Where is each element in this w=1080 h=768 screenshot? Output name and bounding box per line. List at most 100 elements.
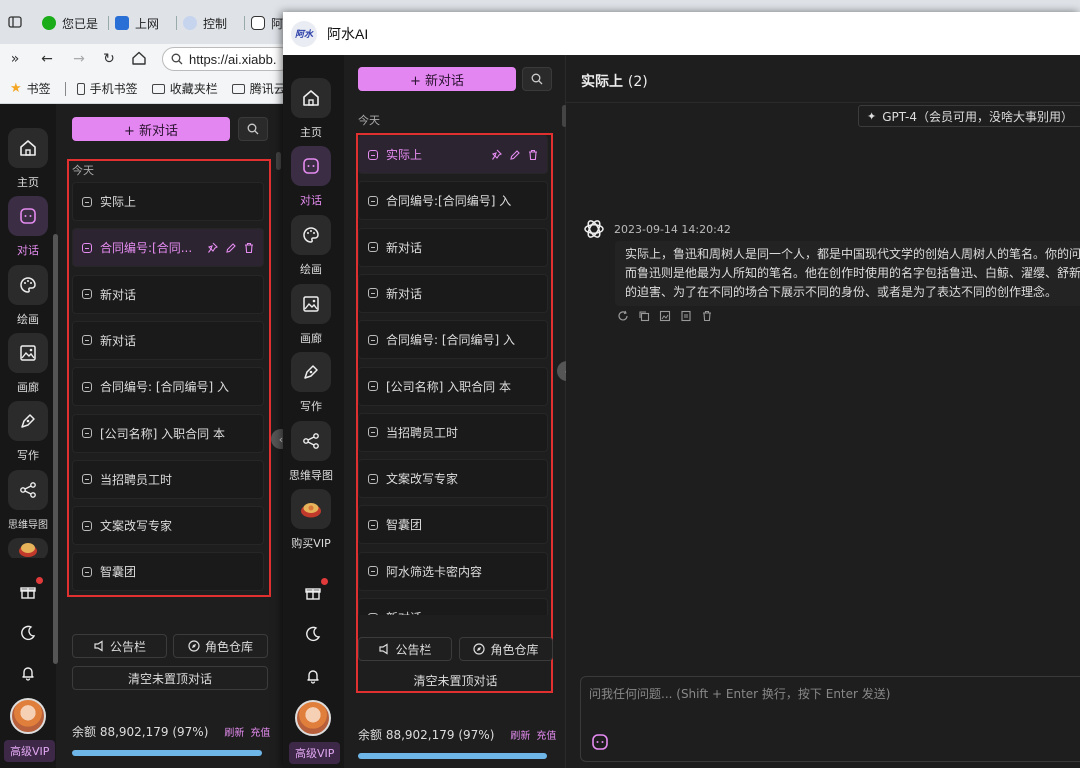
bg-nav-gallery[interactable]: 画廊 — [0, 333, 56, 395]
mindmap-icon — [8, 470, 48, 510]
role-library-button[interactable]: 角色仓库 — [173, 634, 268, 658]
send-icon[interactable] — [591, 733, 609, 751]
window-title: 阿水AI — [327, 25, 369, 42]
message-timestamp: 2023-09-14 14:20:42 — [614, 222, 731, 236]
balance-progress-bar — [358, 753, 548, 759]
search-button[interactable] — [522, 67, 552, 91]
balance-progress-bar — [72, 750, 263, 756]
address-bar[interactable]: https://ai.xiabb. — [162, 47, 292, 71]
chat-list-panel: + 新对话 今天 实际上 合同编号:[合同编号] 入新对话 新对话 合同编号: [合同… — [344, 55, 567, 768]
new-chat-button[interactable]: + 新对话 — [358, 67, 516, 91]
bell-icon[interactable] — [16, 661, 40, 685]
bookmark-0[interactable]: ★ 书签 — [10, 80, 51, 97]
star-icon: ★ — [10, 81, 22, 96]
pen-icon — [8, 401, 48, 441]
browser-tab-0[interactable]: 您已是 — [42, 10, 98, 36]
bg-nav-write[interactable]: 写作 — [0, 401, 56, 463]
folder-icon — [231, 83, 245, 94]
moon-icon[interactable] — [16, 621, 40, 645]
wechat-icon — [42, 16, 56, 30]
refresh-link[interactable]: 刷新 — [510, 727, 530, 742]
gift-icon[interactable] — [301, 578, 328, 605]
nav-write[interactable]: 写作 — [283, 352, 339, 414]
message-header: 2023-09-14 14:20:42 — [582, 217, 731, 241]
nav-draw[interactable]: 绘画 — [283, 215, 339, 277]
search-icon — [171, 53, 183, 65]
clear-unpinned-button[interactable]: 清空未置顶对话 — [72, 666, 268, 690]
notice-board-button[interactable]: 公告栏 — [72, 634, 167, 658]
search-button[interactable] — [238, 117, 268, 141]
export-doc-icon[interactable] — [680, 310, 692, 322]
double-chevron-icon[interactable]: » — [6, 50, 24, 68]
clear-unpinned-button[interactable]: 清空未置顶对话 — [358, 668, 553, 692]
nav-chat[interactable]: 对话 — [283, 146, 339, 208]
nav-mindmap[interactable]: 思维导图 — [283, 421, 339, 483]
user-avatar[interactable] — [295, 700, 331, 736]
mindmap-icon — [291, 421, 331, 461]
app-window: 阿水 阿水AI 主页 对话 绘画 画廊 写作 思维导图 购买VIP 高级VIP … — [283, 12, 1080, 768]
browser-tab-2[interactable]: 控制 — [176, 10, 227, 36]
bg-nav-mindmap[interactable]: 思维导图 — [0, 470, 56, 531]
copy-icon[interactable] — [638, 310, 650, 322]
sidebar-toggle-icon[interactable] — [8, 15, 22, 29]
vip-badge: 高级VIP — [4, 740, 56, 762]
bg-nav-home[interactable]: 主页 — [0, 128, 56, 190]
balance-text: 余额 88,902,179 (97%) — [72, 725, 209, 739]
notice-board-button[interactable]: 公告栏 — [358, 637, 452, 661]
message-input-box — [580, 676, 1080, 762]
bg-nav-draw[interactable]: 绘画 — [0, 265, 56, 327]
notification-dot — [36, 577, 43, 584]
regenerate-icon[interactable] — [617, 310, 629, 322]
balance-row: 余额 88,902,179 (97%) 刷新 充值 — [358, 726, 556, 743]
folder-icon — [151, 83, 165, 94]
section-label-today: 今天 — [358, 114, 380, 127]
assistant-message: 实际上，鲁迅和周树人是同一个人，都是中国现代文学的创始人周树人的笔名。你的问 而… — [615, 241, 1080, 306]
bookmark-2[interactable]: 收藏夹栏 — [151, 80, 218, 97]
export-image-icon[interactable] — [659, 310, 671, 322]
recharge-link[interactable]: 充值 — [250, 724, 270, 739]
new-chat-button[interactable]: + 新对话 — [72, 117, 230, 141]
nav-gallery[interactable]: 画廊 — [283, 284, 339, 346]
nav-buy-vip[interactable]: 购买VIP — [283, 489, 339, 551]
forward-icon[interactable]: → — [70, 50, 88, 68]
bg-nav-chat[interactable]: 对话 — [0, 196, 56, 258]
browser-tab-3[interactable]: 阿 — [244, 10, 283, 36]
delete-icon[interactable] — [701, 310, 713, 322]
balance-text: 余额 88,902,179 (97%) — [358, 728, 495, 742]
chat-icon — [8, 196, 48, 236]
bell-icon[interactable] — [301, 664, 325, 688]
back-icon[interactable]: ← — [38, 50, 56, 68]
user-avatar[interactable] — [10, 698, 46, 734]
browser-tab-1[interactable]: 上网 — [108, 10, 159, 36]
cloud-tab-icon — [183, 16, 197, 30]
notification-dot — [321, 578, 328, 585]
nav-home[interactable]: 主页 — [283, 78, 339, 140]
palette-icon — [8, 265, 48, 305]
role-library-button[interactable]: 角色仓库 — [459, 637, 553, 661]
nav-rail: 主页 对话 绘画 画廊 写作 思维导图 购买VIP 高级VIP — [283, 55, 344, 768]
pen-icon — [291, 352, 331, 392]
bookmark-3[interactable]: 腾讯云 — [231, 80, 286, 97]
message-input[interactable] — [589, 685, 1079, 725]
list-scrollbar[interactable] — [276, 152, 281, 170]
gift-icon[interactable] — [16, 577, 43, 604]
sparkle-icon: ✦ — [867, 109, 877, 123]
model-selector[interactable]: ✦ GPT-4（会员可用，没啥大事别用） — [858, 105, 1080, 127]
gallery-icon — [291, 284, 331, 324]
window-titlebar: 阿水 阿水AI — [283, 12, 1080, 55]
compass-icon — [188, 640, 200, 652]
bookmark-1[interactable]: 手机书签 — [64, 80, 138, 97]
recharge-link[interactable]: 充值 — [536, 727, 556, 742]
announcement-icon — [94, 640, 103, 652]
message-toolbar — [617, 310, 713, 322]
moon-icon[interactable] — [301, 622, 325, 646]
mobile-icon — [76, 82, 85, 95]
highlight-box — [356, 133, 553, 693]
bg-nav-vip[interactable] — [0, 538, 56, 558]
bg-nav-rail: 主页 对话 绘画 画廊 写作 思维导图 高级VIP — [0, 104, 56, 768]
refresh-link[interactable]: 刷新 — [224, 724, 244, 739]
home-browser-icon[interactable] — [131, 50, 149, 68]
reload-icon[interactable]: ↻ — [100, 50, 118, 68]
balance-row: 余额 88,902,179 (97%) 刷新 充值 — [72, 723, 270, 740]
home-icon — [291, 78, 331, 118]
